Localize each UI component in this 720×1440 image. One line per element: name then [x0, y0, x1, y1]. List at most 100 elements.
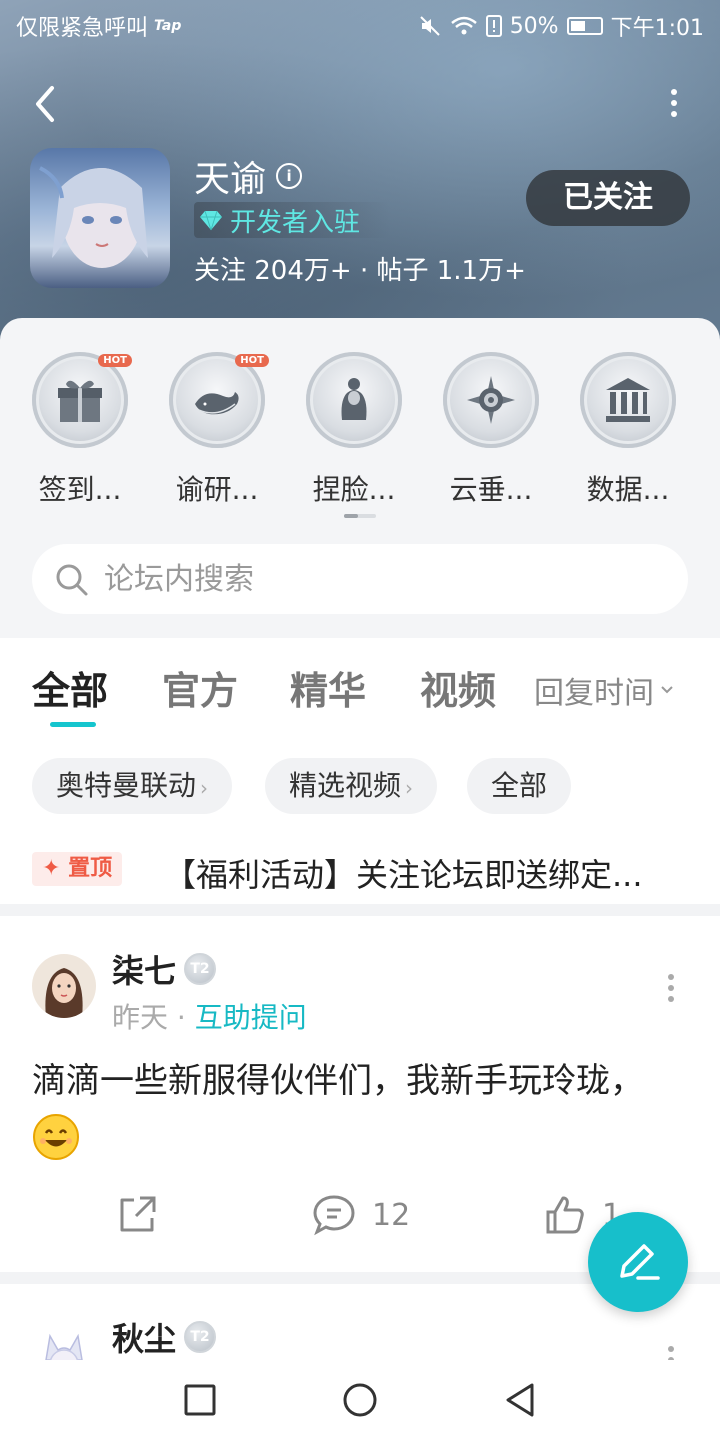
- tab-official[interactable]: 官方: [162, 660, 238, 715]
- circle-icon: [343, 1383, 377, 1417]
- forum-stats: 关注 204万+ · 帖子 1.1万+: [194, 256, 526, 286]
- tap-logo: Tap: [154, 18, 182, 34]
- chevron-down-icon: [661, 686, 673, 694]
- shortcut-pager: [344, 514, 376, 518]
- back-button[interactable]: [500, 1380, 540, 1420]
- medal-badge: HOT: [169, 352, 269, 448]
- sort-dropdown[interactable]: 回复时间: [534, 668, 674, 712]
- system-navigation-bar: [0, 1360, 720, 1440]
- chevron-right-icon: ›: [200, 776, 209, 800]
- comment-count: 12: [372, 1197, 411, 1233]
- follow-button[interactable]: 已关注: [526, 170, 690, 226]
- hot-badge: HOT: [98, 354, 132, 367]
- battery-icon: [566, 17, 603, 35]
- compass-icon: [467, 376, 515, 424]
- post-meta: 昨天 · 互助提问: [112, 996, 307, 1036]
- pinned-title: 【福利活动】关注论坛即送绑定...: [164, 856, 643, 894]
- shortcut-label: 云垂...: [449, 473, 533, 506]
- home-button[interactable]: [340, 1380, 380, 1420]
- developer-badge: 开发者入驻: [194, 202, 391, 238]
- carrier-text: 仅限紧急呼叫: [16, 16, 149, 41]
- square-icon: [184, 1384, 216, 1416]
- smile-emoji-icon: [33, 1113, 79, 1160]
- post-time: 昨天: [112, 1001, 169, 1034]
- medal-badge: HOT: [32, 352, 132, 448]
- triangle-back-icon: [506, 1383, 534, 1417]
- shortcut-checkin[interactable]: HOT 签到...: [20, 352, 140, 508]
- active-tab-indicator: [50, 722, 96, 727]
- tab-video[interactable]: 视频: [420, 660, 496, 715]
- chip-label: 奥特曼联动: [56, 769, 197, 802]
- chip-label: 全部: [491, 769, 548, 802]
- search-input[interactable]: [104, 558, 644, 600]
- mute-icon: [419, 16, 440, 36]
- chip-selected-videos[interactable]: 精选视频 ›: [265, 758, 438, 814]
- search-bar[interactable]: [32, 544, 688, 614]
- whale-icon: [195, 392, 239, 415]
- post-more-icon[interactable]: [668, 974, 676, 1004]
- tab-featured[interactable]: 精华: [290, 660, 366, 715]
- post-text: 滴滴一些新服得伙伴们，我新手玩玲珑，: [32, 1061, 644, 1101]
- meta-separator: ·: [176, 1001, 186, 1034]
- sort-label: 回复时间: [534, 676, 654, 711]
- alert-icon: [485, 15, 502, 37]
- share-button[interactable]: [116, 1194, 158, 1236]
- level-badge: T2: [184, 1321, 217, 1353]
- chip-all[interactable]: 全部: [467, 758, 572, 814]
- medal-badge: [443, 352, 539, 448]
- author-name[interactable]: 秋尘: [112, 1314, 176, 1360]
- comment-button[interactable]: 12: [312, 1194, 410, 1236]
- back-icon[interactable]: [28, 82, 68, 126]
- new-post-button[interactable]: [588, 1212, 688, 1312]
- pinned-badge-label: 置顶: [68, 856, 113, 881]
- filter-tabs: 全部 官方 精华 视频 回复时间: [0, 638, 720, 738]
- subcategory-chips: 奥特曼联动 › 精选视频 › 全部: [0, 738, 720, 838]
- shortcut-data[interactable]: 数据...: [568, 352, 688, 508]
- shortcut-label: 捏脸...: [312, 473, 396, 506]
- post-more-icon[interactable]: [668, 1346, 676, 1360]
- shortcut-cloud[interactable]: 云垂...: [431, 352, 551, 508]
- search-icon: [56, 564, 88, 596]
- pinned-badge: ✦ 置顶: [32, 852, 123, 886]
- status-bar: 仅限紧急呼叫 Tap 50% 下午1:01: [0, 0, 720, 50]
- post-body: 滴滴一些新服得伙伴们，我新手玩玲珑，: [32, 1054, 688, 1162]
- thumbs-up-icon: [546, 1196, 584, 1234]
- game-icon: [30, 148, 170, 288]
- chevron-right-icon: ›: [405, 776, 414, 800]
- shortcut-label: 谕研...: [175, 473, 259, 506]
- medal-badge: [580, 352, 676, 448]
- woman-silhouette-icon: [341, 378, 367, 420]
- game-title: 天谕: [194, 159, 267, 200]
- info-icon[interactable]: i: [276, 163, 303, 189]
- shortcut-panel: HOT 签到... HOT 谕研... 捏脸... 云垂... 数据...: [0, 318, 720, 638]
- library-icon: [606, 378, 650, 422]
- author-name[interactable]: 柒七: [112, 946, 176, 992]
- pin-icon: ✦: [42, 856, 61, 881]
- clock: 下午1:01: [610, 16, 704, 41]
- shortcut-label: 签到...: [38, 473, 122, 506]
- more-menu-icon[interactable]: [668, 86, 680, 120]
- wifi-icon: [450, 16, 477, 35]
- diamond-icon: [200, 210, 222, 231]
- gift-icon: [58, 380, 102, 422]
- battery-percent: 50%: [509, 13, 559, 39]
- comment-icon: [313, 1195, 355, 1236]
- pinned-post[interactable]: ✦ 置顶 【福利活动】关注论坛即送绑定...: [0, 838, 720, 904]
- chip-label: 精选视频: [289, 769, 402, 802]
- tab-all[interactable]: 全部: [32, 660, 108, 715]
- author-row: 柒七 T2: [112, 946, 217, 992]
- shortcut-label: 数据...: [586, 473, 670, 506]
- pen-icon: [620, 1244, 660, 1280]
- shortcut-face[interactable]: 捏脸...: [294, 352, 414, 508]
- chip-ultraman[interactable]: 奥特曼联动 ›: [32, 758, 233, 814]
- developer-badge-label: 开发者入驻: [230, 207, 361, 238]
- section-divider: [0, 904, 720, 916]
- post-category[interactable]: 互助提问: [195, 1001, 307, 1034]
- forum-header: 仅限紧急呼叫 Tap 50% 下午1:01 天谕 i 开发者入驻 关注 204万…: [0, 0, 720, 340]
- shortcut-research[interactable]: HOT 谕研...: [157, 352, 277, 508]
- level-badge: T2: [184, 953, 217, 985]
- avatar[interactable]: [32, 954, 96, 1018]
- share-icon: [120, 1196, 156, 1232]
- recent-apps-button[interactable]: [180, 1380, 220, 1420]
- avatar[interactable]: [32, 1320, 96, 1360]
